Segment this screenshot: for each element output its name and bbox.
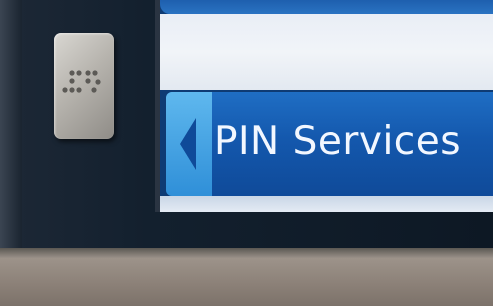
arrow-tab (166, 92, 212, 196)
braille-icon (62, 70, 101, 93)
pin-services-button[interactable]: PIN Services (166, 92, 493, 196)
top-option-edge[interactable] (160, 0, 493, 14)
pin-services-label: PIN Services (214, 119, 462, 164)
screen-background (160, 14, 493, 90)
screen-bottom-strip (160, 196, 493, 212)
kiosk-frame: PIN Services (0, 0, 493, 250)
frame-edge (0, 0, 22, 250)
counter-surface (0, 258, 493, 306)
kiosk-ledge (0, 248, 493, 258)
chevron-left-icon (180, 118, 196, 170)
kiosk-screen: PIN Services (155, 0, 493, 212)
braille-plate (54, 33, 114, 139)
